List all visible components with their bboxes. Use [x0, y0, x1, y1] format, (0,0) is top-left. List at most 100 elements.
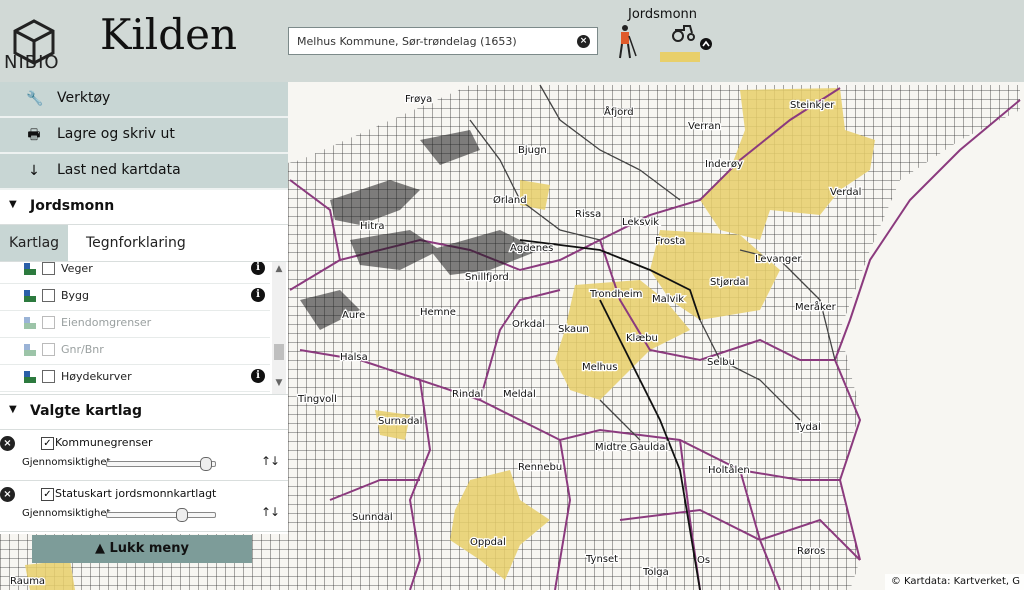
- menu-item-tools[interactable]: 🔧 Verktøy: [0, 82, 288, 118]
- selected-layer-name: Kommunegrenser: [55, 436, 153, 449]
- opacity-label: Gjennomsiktighet: [22, 457, 111, 468]
- layer-list: Veger i Bygg i Eiendomgrenser Gnr/Bnr Hø…: [0, 262, 288, 395]
- section-title: Valgte kartlag: [30, 403, 143, 419]
- menu-item-save-print[interactable]: 🖶 Lagre og skriv ut: [0, 118, 288, 154]
- opacity-label: Gjennomsiktighet: [22, 508, 111, 519]
- place-label: Snillfjord: [465, 272, 509, 283]
- place-label: Orkdal: [512, 319, 545, 330]
- layer-row-hoydekurver[interactable]: Høydekurver i: [0, 364, 270, 392]
- place-label: Tydal: [794, 422, 821, 433]
- place-label: Frøya: [405, 94, 432, 105]
- info-icon[interactable]: i: [251, 369, 265, 383]
- place-label: Midtre Gauldal: [595, 442, 668, 453]
- place-label: Malvik: [652, 294, 684, 305]
- opacity-slider[interactable]: [106, 508, 216, 522]
- place-label: Sunndal: [352, 512, 393, 523]
- selected-layer-item: × ✓ Statuskart jordsmonnkartlagt Gjennom…: [0, 481, 288, 532]
- menu-item-label: Verktøy: [57, 90, 111, 106]
- collapse-theme-icon[interactable]: [700, 38, 712, 50]
- layer-checkbox-checked[interactable]: ✓: [41, 488, 54, 501]
- layer-name: Bygg: [61, 289, 90, 302]
- section-jordsmonn[interactable]: ▼ Jordsmonn: [0, 190, 288, 225]
- place-label: Verdal: [830, 187, 861, 198]
- layer-checkbox[interactable]: [42, 289, 55, 302]
- clear-search-icon[interactable]: ×: [577, 35, 590, 48]
- logo-org-name: NIBIO: [4, 52, 60, 73]
- place-label: Klæbu: [626, 333, 658, 344]
- place-label: Leksvik: [622, 217, 659, 228]
- place-label: Tingvoll: [297, 394, 337, 405]
- info-icon[interactable]: i: [251, 288, 265, 302]
- layer-row-veger[interactable]: Veger i: [0, 262, 270, 284]
- place-label: Surnadal: [378, 416, 422, 427]
- place-label: Holtålen: [708, 463, 750, 476]
- layer-checkbox[interactable]: [42, 343, 55, 356]
- place-label: Trondheim: [589, 289, 642, 300]
- section-title: Jordsmonn: [30, 198, 115, 214]
- place-label: Oppdal: [470, 537, 506, 548]
- place-label: Røros: [797, 546, 825, 557]
- download-icon: ↓: [28, 163, 40, 179]
- search-input[interactable]: [297, 32, 567, 50]
- layer-list-scrollbar[interactable]: ▲ ▼: [272, 262, 286, 394]
- place-label: Skaun: [558, 324, 589, 335]
- place-label: Hitra: [360, 221, 384, 232]
- remove-layer-icon[interactable]: ×: [0, 436, 15, 451]
- place-label: Bjugn: [518, 145, 547, 156]
- opacity-slider-knob[interactable]: [200, 457, 213, 471]
- place-label: Meråker: [795, 300, 837, 313]
- layer-checkbox[interactable]: [42, 262, 55, 275]
- menu-item-download[interactable]: ↓ Last ned kartdata: [0, 154, 288, 190]
- place-label: Hemne: [420, 307, 456, 318]
- theme-selector[interactable]: [612, 22, 722, 70]
- opacity-slider-knob[interactable]: [175, 508, 188, 522]
- soil-legend-swatch: [660, 52, 700, 62]
- layer-checkbox[interactable]: [42, 316, 55, 329]
- app-title: Kilden: [100, 10, 238, 59]
- place-label: Ørland: [493, 194, 527, 206]
- place-label: Halsa: [340, 352, 368, 363]
- close-menu-button[interactable]: ▲ Lukk meny: [32, 535, 252, 563]
- layer-row-gnr-bnr[interactable]: Gnr/Bnr: [0, 337, 270, 365]
- tab-tegnforklaring[interactable]: Tegnforklaring: [86, 225, 186, 261]
- layer-row-eiendomgrenser[interactable]: Eiendomgrenser: [0, 310, 270, 338]
- place-label: Meldal: [503, 389, 536, 400]
- layer-symbol-icon: [24, 344, 36, 356]
- place-label: Inderøy: [705, 159, 743, 170]
- place-label: Selbu: [707, 357, 735, 368]
- scrollbar-thumb[interactable]: [274, 344, 284, 360]
- layer-name: Gnr/Bnr: [61, 343, 104, 356]
- place-label: Melhus: [582, 362, 617, 373]
- tractor-icon[interactable]: [672, 25, 695, 42]
- tab-kartlag[interactable]: Kartlag: [0, 225, 68, 261]
- section-selected-layers[interactable]: ▼ Valgte kartlag: [0, 395, 288, 430]
- place-label: Tynset: [585, 554, 618, 565]
- digging-person-icon[interactable]: [619, 25, 637, 59]
- opacity-slider[interactable]: [106, 457, 216, 471]
- search-box: ×: [288, 27, 598, 55]
- selected-layer-item: × ✓ Kommunegrenser Gjennomsiktighet ↑↓: [0, 430, 288, 481]
- layer-checkbox[interactable]: [42, 370, 55, 383]
- place-label: Rissa: [575, 209, 601, 220]
- layer-name: Veger: [61, 262, 93, 275]
- sidebar: 🔧 Verktøy 🖶 Lagre og skriv ut ↓ Last ned…: [0, 82, 288, 534]
- reorder-arrows-icon[interactable]: ↑↓: [261, 505, 280, 519]
- wrench-icon: 🔧: [26, 91, 44, 107]
- menu-item-label: Lagre og skriv ut: [57, 126, 175, 142]
- place-label: Rennebu: [518, 462, 562, 473]
- reorder-arrows-icon[interactable]: ↑↓: [261, 454, 280, 468]
- caret-down-icon: ▼: [9, 199, 17, 210]
- menu-item-label: Last ned kartdata: [57, 162, 181, 178]
- scroll-down-icon[interactable]: ▼: [274, 378, 284, 388]
- layer-row-bygg[interactable]: Bygg i: [0, 283, 270, 311]
- scroll-up-icon[interactable]: ▲: [274, 264, 284, 274]
- info-icon[interactable]: i: [251, 262, 265, 275]
- place-label: Åfjord: [604, 105, 634, 118]
- remove-layer-icon[interactable]: ×: [0, 487, 15, 502]
- place-label: Rindal: [452, 389, 483, 400]
- app-header: NIBIO Kilden × Jordsmonn: [0, 0, 1024, 82]
- layer-checkbox-checked[interactable]: ✓: [41, 437, 54, 450]
- place-label: Agdenes: [510, 243, 553, 254]
- place-label: Tolga: [642, 567, 669, 578]
- printer-icon: 🖶: [27, 127, 41, 143]
